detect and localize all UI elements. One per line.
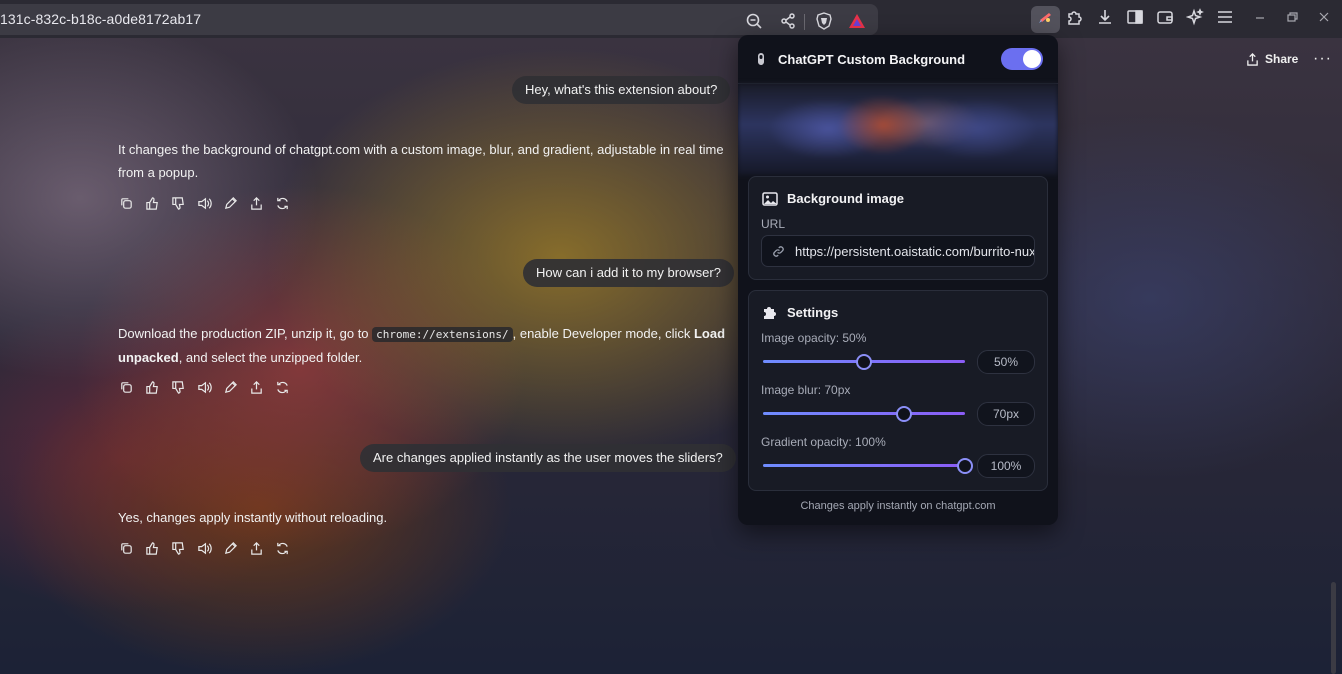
thumbs-up-icon[interactable] xyxy=(144,540,160,556)
slider-thumb[interactable] xyxy=(957,458,973,474)
extensions-puzzle-icon[interactable] xyxy=(1066,8,1084,26)
message-actions xyxy=(118,379,290,395)
share-message-icon[interactable] xyxy=(248,195,264,211)
thumbs-up-icon[interactable] xyxy=(144,195,160,211)
regenerate-icon[interactable] xyxy=(274,195,290,211)
assistant-message: Yes, changes apply instantly without rel… xyxy=(118,510,388,525)
message-actions xyxy=(118,195,290,211)
user-message: How can i add it to my browser? xyxy=(523,259,734,287)
minimize-icon[interactable] xyxy=(1251,8,1269,26)
url-text[interactable]: 131c-832c-b18c-a0de8172ab17 xyxy=(0,11,201,27)
share-icon xyxy=(1247,52,1258,66)
assistant-message: Download the production ZIP, unzip it, g… xyxy=(118,323,738,369)
answer-text: Download the production ZIP, unzip it, g… xyxy=(118,326,373,341)
brave-shield-icon[interactable] xyxy=(815,12,833,30)
copy-icon[interactable] xyxy=(118,540,134,556)
image-opacity-label: Image opacity: 50% xyxy=(761,331,867,345)
gradient-opacity-slider[interactable] xyxy=(763,458,973,474)
chat-page: Share ··· Hey, what's this extension abo… xyxy=(0,38,1342,674)
assistant-message: It changes the background of chatgpt.com… xyxy=(118,142,724,180)
puzzle-settings-icon xyxy=(764,307,776,319)
inline-code: chrome://extensions/ xyxy=(372,327,513,342)
regenerate-icon[interactable] xyxy=(274,540,290,556)
read-aloud-icon[interactable] xyxy=(196,540,212,556)
extension-popup: ChatGPT Custom Background Background ima… xyxy=(738,35,1058,525)
image-blur-value: 70px xyxy=(977,402,1035,426)
custom-background-extension-icon[interactable] xyxy=(1036,8,1054,26)
restore-icon[interactable] xyxy=(1283,8,1301,26)
settings-heading: Settings xyxy=(787,305,839,320)
extension-logo-icon xyxy=(758,53,764,65)
slider-thumb[interactable] xyxy=(896,406,913,422)
leo-ai-icon[interactable] xyxy=(1186,8,1204,26)
answer-text: , and select the unzipped folder. xyxy=(178,349,363,365)
share-message-icon[interactable] xyxy=(248,379,264,395)
user-message: Hey, what's this extension about? xyxy=(512,76,731,104)
user-message: Are changes applied instantly as the use… xyxy=(360,444,736,472)
image-blur-label: Image blur: 70px xyxy=(761,383,851,397)
popup-title: ChatGPT Custom Background xyxy=(778,52,966,67)
share-message-icon[interactable] xyxy=(248,540,264,556)
toggle-knob xyxy=(1023,50,1041,68)
copy-icon[interactable] xyxy=(118,195,134,211)
edit-in-canvas-icon[interactable] xyxy=(222,540,238,556)
image-icon xyxy=(762,192,778,206)
share-button[interactable]: Share xyxy=(1246,52,1298,66)
slider-track xyxy=(763,412,965,415)
read-aloud-icon[interactable] xyxy=(196,379,212,395)
image-url-value: https://persistent.oaistatic.com/burrito… xyxy=(795,244,1035,259)
thumbs-down-icon[interactable] xyxy=(170,379,186,395)
background-image-heading: Background image xyxy=(787,191,905,206)
slider-thumb[interactable] xyxy=(856,354,872,370)
download-icon[interactable] xyxy=(1096,8,1114,26)
image-opacity-value: 50% xyxy=(977,350,1035,374)
share-page-icon[interactable] xyxy=(779,12,797,30)
message-actions xyxy=(118,540,290,556)
thumbs-down-icon[interactable] xyxy=(170,540,186,556)
browser-toolbar: 131c-832c-b18c-a0de8172ab17 xyxy=(0,0,1342,38)
slider-track xyxy=(763,464,965,467)
copy-icon[interactable] xyxy=(118,379,134,395)
read-aloud-icon[interactable] xyxy=(196,195,212,211)
image-url-input[interactable]: https://persistent.oaistatic.com/burrito… xyxy=(761,235,1035,267)
scrollbar[interactable] xyxy=(1331,582,1336,674)
answer-text: , enable Developer mode, click xyxy=(512,326,694,341)
menu-icon[interactable] xyxy=(1216,8,1234,26)
url-label: URL xyxy=(761,217,786,231)
footer-note: Changes apply instantly on chatgpt.com xyxy=(800,500,996,512)
enable-toggle[interactable] xyxy=(1001,48,1043,70)
image-opacity-slider[interactable] xyxy=(763,354,965,370)
sidebar-toggle-icon[interactable] xyxy=(1126,8,1144,26)
address-bar[interactable]: 131c-832c-b18c-a0de8172ab17 xyxy=(0,4,878,35)
regenerate-icon[interactable] xyxy=(274,379,290,395)
brave-rewards-icon[interactable] xyxy=(848,12,866,30)
settings-card: Settings Image opacity: 50% 50% Image bl… xyxy=(748,290,1048,491)
image-blur-slider[interactable] xyxy=(763,406,965,422)
thumbs-down-icon[interactable] xyxy=(170,195,186,211)
edit-in-canvas-icon[interactable] xyxy=(222,379,238,395)
more-options-button[interactable]: ··· xyxy=(1313,50,1332,68)
link-icon xyxy=(773,246,784,257)
zoom-out-icon[interactable] xyxy=(745,12,763,30)
thumbs-up-icon[interactable] xyxy=(144,379,160,395)
divider xyxy=(804,14,805,30)
edit-in-canvas-icon[interactable] xyxy=(222,195,238,211)
popup-header: ChatGPT Custom Background xyxy=(738,35,1058,84)
close-window-icon[interactable] xyxy=(1315,8,1333,26)
gradient-opacity-label: Gradient opacity: 100% xyxy=(761,435,886,449)
background-image-card: Background image URL https://persistent.… xyxy=(748,176,1048,280)
share-label: Share xyxy=(1265,52,1299,66)
wallet-icon[interactable] xyxy=(1156,8,1174,26)
gradient-opacity-value: 100% xyxy=(977,454,1035,478)
background-preview xyxy=(738,83,1058,175)
